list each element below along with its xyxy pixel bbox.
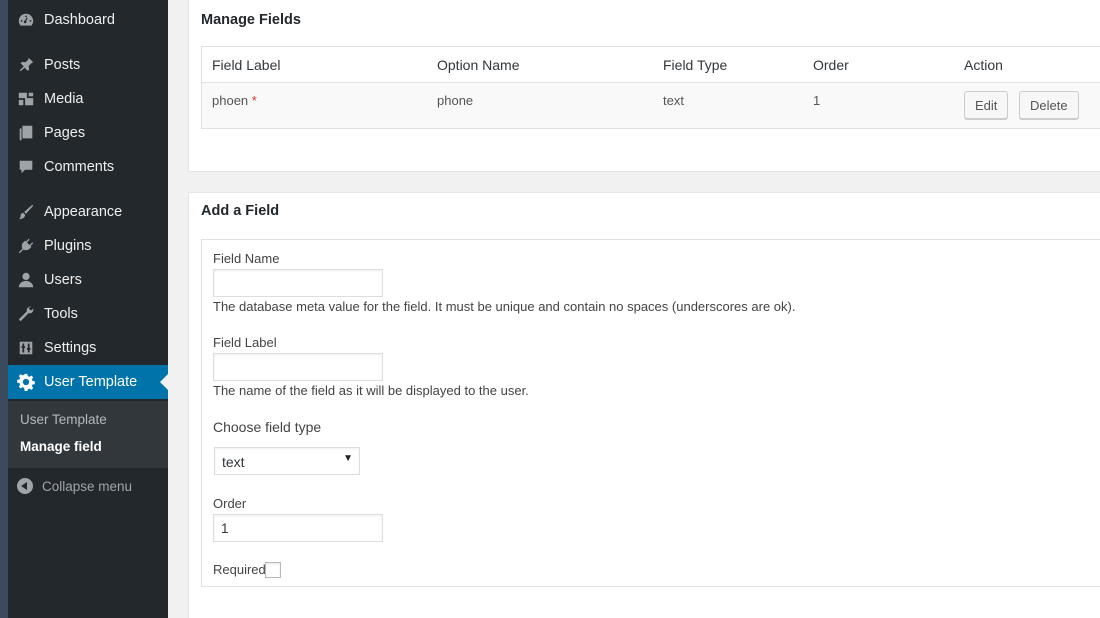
- sidebar-item-label: Dashboard: [44, 12, 115, 28]
- submenu: User Template Manage field: [8, 401, 168, 468]
- field-label-text: phoen: [212, 93, 249, 108]
- required-marker: *: [251, 93, 257, 108]
- sidebar-item-appearance[interactable]: Appearance: [8, 195, 168, 229]
- order-label: Order: [213, 496, 247, 511]
- field-name-label: Field Name: [213, 251, 280, 266]
- sidebar-item-label: Settings: [44, 340, 97, 356]
- sidebar-item-posts[interactable]: Posts: [8, 48, 168, 82]
- media-icon: [8, 90, 44, 108]
- sidebar-item-label: Tools: [44, 306, 78, 322]
- cell-field-type: text: [663, 93, 684, 108]
- brush-icon: [8, 203, 44, 221]
- field-name-input[interactable]: [213, 269, 383, 297]
- settings-icon: [8, 339, 44, 357]
- field-name-description: The database meta value for the field. I…: [213, 299, 796, 314]
- field-type-label: Choose field type: [213, 419, 322, 435]
- column-header-field-label: Field Label: [212, 57, 281, 73]
- column-header-field-type: Field Type: [663, 57, 728, 73]
- plugin-icon: [8, 237, 44, 255]
- cell-field-label: phoen *: [212, 93, 257, 108]
- sidebar-item-label: Pages: [44, 125, 86, 141]
- sidebar-item-label: Users: [44, 272, 82, 288]
- submenu-item-user-template[interactable]: User Template: [20, 412, 107, 427]
- add-field-panel: Add a Field Field Name The database meta…: [188, 192, 1100, 618]
- collapse-menu-label: Collapse menu: [42, 478, 133, 494]
- user-icon: [8, 271, 44, 289]
- required-checkbox[interactable]: [265, 562, 281, 578]
- sidebar-item-media[interactable]: Media: [8, 82, 168, 116]
- column-header-option-name: Option Name: [437, 57, 520, 73]
- add-field-form: Field Name The database meta value for t…: [201, 239, 1100, 587]
- cell-order: 1: [813, 93, 821, 108]
- delete-button[interactable]: Delete: [1019, 91, 1079, 119]
- sidebar-item-plugins[interactable]: Plugins: [8, 229, 168, 263]
- dashboard-icon: [8, 11, 44, 29]
- field-type-select[interactable]: text ▼: [214, 447, 360, 475]
- sidebar-item-tools[interactable]: Tools: [8, 297, 168, 331]
- field-label-label: Field Label: [213, 335, 277, 350]
- sidebar-item-label: Plugins: [44, 238, 92, 254]
- sidebar-item-label: Appearance: [44, 204, 123, 220]
- sidebar-item-label: Posts: [44, 57, 81, 73]
- pin-icon: [8, 56, 44, 74]
- admin-sidebar: Dashboard Posts Media Pages Comments App…: [8, 0, 168, 618]
- field-label-description: The name of the field as it will be disp…: [213, 383, 529, 398]
- table-header-row: Field Label Option Name Field Type Order…: [202, 47, 1100, 83]
- manage-fields-panel: Manage Fields Field Label Option Name Fi…: [188, 0, 1100, 172]
- sidebar-item-dashboard[interactable]: Dashboard: [8, 3, 168, 37]
- collapse-menu-button[interactable]: Collapse menu: [8, 472, 168, 500]
- sidebar-item-settings[interactable]: Settings: [8, 331, 168, 365]
- wrench-icon: [8, 305, 44, 323]
- sidebar-item-label: Media: [44, 91, 84, 107]
- fields-table: Field Label Option Name Field Type Order…: [201, 46, 1100, 129]
- field-type-selected-value: text: [222, 454, 245, 470]
- order-input[interactable]: [213, 514, 383, 542]
- table-row: phoen * phone text 1 Edit Delete: [202, 83, 1100, 128]
- sidebar-item-pages[interactable]: Pages: [8, 116, 168, 150]
- edit-button[interactable]: Edit: [964, 91, 1009, 119]
- cell-option-name: phone: [437, 93, 474, 108]
- column-header-order: Order: [813, 57, 849, 73]
- sidebar-item-user-template[interactable]: User Template: [8, 365, 168, 399]
- sidebar-item-comments[interactable]: Comments: [8, 150, 168, 184]
- submenu-item-manage-field[interactable]: Manage field: [20, 439, 102, 454]
- sidebar-item-users[interactable]: Users: [8, 263, 168, 297]
- sidebar-item-label: User Template: [44, 374, 138, 390]
- column-header-action: Action: [964, 57, 1003, 73]
- field-label-input[interactable]: [213, 353, 383, 381]
- pages-icon: [8, 124, 44, 142]
- window-edge: [0, 0, 8, 618]
- sidebar-item-label: Comments: [44, 159, 115, 175]
- add-field-title: Add a Field: [201, 203, 280, 219]
- collapse-arrow-icon: [8, 478, 42, 494]
- manage-fields-title: Manage Fields: [201, 12, 301, 28]
- gear-icon: [8, 373, 44, 391]
- required-label: Required?: [213, 562, 273, 577]
- comment-icon: [8, 158, 44, 176]
- dropdown-arrow-icon: ▼: [343, 453, 353, 464]
